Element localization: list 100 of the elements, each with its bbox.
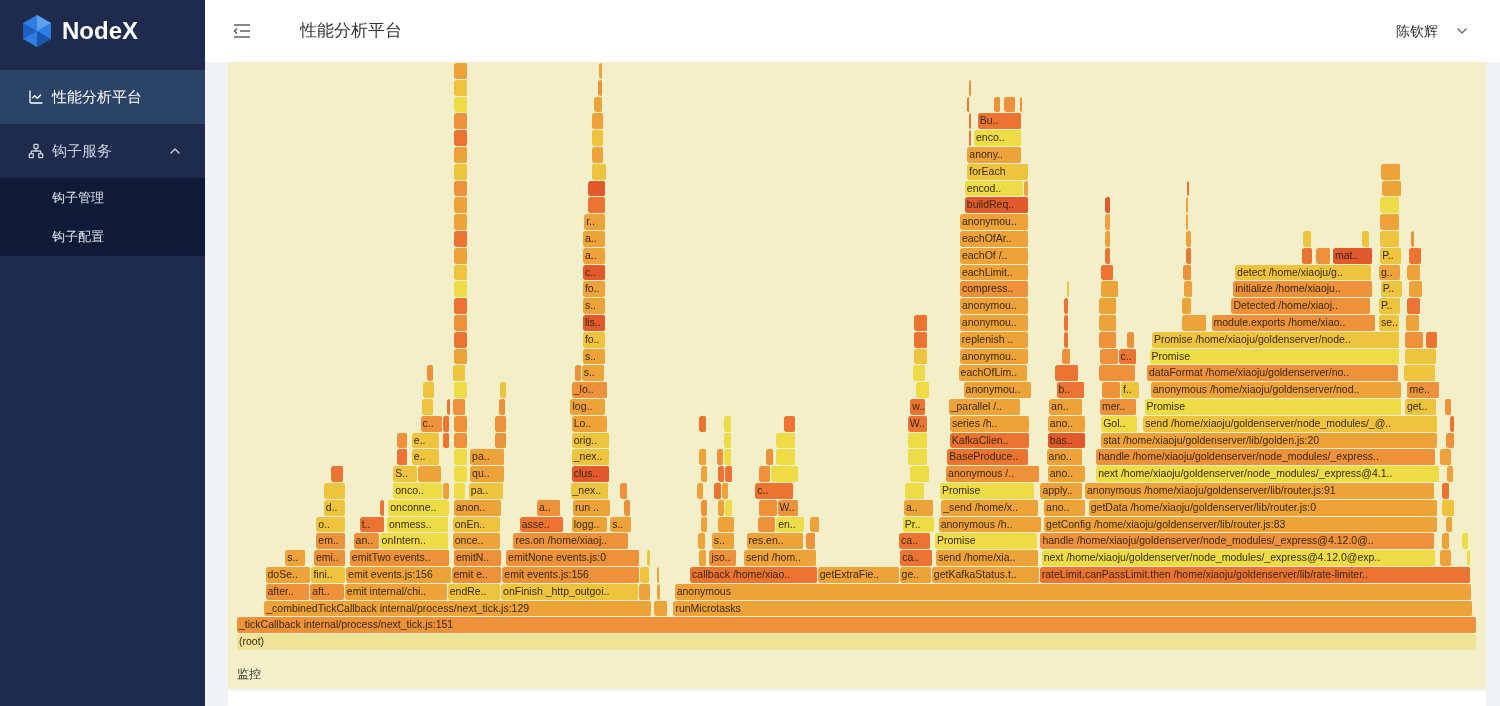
flame-frame[interactable] [698, 533, 706, 550]
flame-frame[interactable] [594, 96, 603, 113]
flame-frame[interactable]: _nex.. [571, 449, 611, 466]
flame-frame[interactable]: enco.. [974, 130, 1023, 146]
flame-frame[interactable]: once.. [452, 533, 502, 550]
flame-frame[interactable] [699, 449, 707, 466]
flame-frame[interactable] [454, 415, 468, 432]
flame-frame[interactable]: ano.. [1047, 415, 1087, 432]
flame-frame[interactable] [454, 264, 468, 281]
flame-frame[interactable]: c.. [420, 415, 443, 432]
flame-frame[interactable]: series /h.. [949, 415, 1031, 432]
flame-frame[interactable]: anonymous /home/xiaoju/goldenserver/nod.. [1150, 382, 1403, 398]
flame-frame[interactable] [454, 79, 468, 96]
flame-frame[interactable] [1181, 314, 1207, 331]
flame-frame[interactable]: s.. [582, 348, 607, 365]
flame-frame[interactable]: c.. [755, 482, 794, 499]
flame-frame[interactable] [620, 482, 628, 499]
flame-frame[interactable]: f.. [1121, 382, 1140, 398]
flame-frame[interactable]: anonymous /.. [946, 466, 1041, 482]
flame-frame[interactable] [331, 466, 344, 482]
flame-frame[interactable]: eachOfAr.. [959, 230, 1030, 247]
flame-frame[interactable] [1315, 247, 1331, 264]
flame-frame[interactable] [718, 516, 736, 533]
flame-frame[interactable]: P.. [1380, 281, 1403, 298]
sidebar-item[interactable]: 钩子服务 [0, 124, 205, 178]
flame-frame[interactable] [1098, 365, 1136, 382]
flame-frame[interactable] [1183, 281, 1194, 298]
flame-frame[interactable] [914, 314, 928, 331]
flame-frame[interactable]: res.en.. [746, 533, 804, 550]
flame-frame[interactable]: onEn.. [452, 516, 502, 533]
flame-frame[interactable] [1104, 197, 1112, 214]
flame-frame[interactable]: emi.. [313, 550, 347, 566]
flame-frame[interactable]: fini.. [311, 566, 347, 583]
flame-frame[interactable]: qu.. [470, 466, 505, 482]
flame-frame[interactable] [968, 130, 972, 146]
flame-frame[interactable] [914, 331, 928, 348]
flame-frame[interactable]: next /home/xiaoju/goldenserver/node_modules/_express@4.12.0@exp.. [1041, 550, 1436, 566]
flame-frame[interactable]: doSe.. [265, 566, 312, 583]
flame-frame[interactable] [809, 516, 820, 533]
flame-frame[interactable] [587, 180, 607, 197]
flame-frame[interactable]: s.. [582, 298, 607, 314]
flame-frame[interactable]: eachLimit.. [959, 264, 1030, 281]
flame-frame[interactable] [494, 432, 508, 449]
flame-frame[interactable] [1101, 264, 1114, 281]
flame-frame[interactable] [1445, 432, 1455, 449]
flame-frame[interactable]: initialize /home/xiaoju.. [1233, 281, 1374, 298]
flame-frame[interactable] [1380, 214, 1400, 230]
flame-frame[interactable] [1181, 298, 1192, 314]
flame-frame[interactable] [591, 113, 604, 130]
flame-frame[interactable] [639, 566, 650, 583]
flame-frame[interactable] [638, 583, 652, 600]
flame-frame[interactable] [1442, 533, 1450, 550]
flame-frame[interactable]: replenish .. [959, 331, 1030, 348]
flame-frame[interactable] [1361, 230, 1371, 247]
flame-frame[interactable] [714, 482, 722, 499]
flame-frame[interactable]: anonymous /home/xiaoju/goldenserver/lib/router.js:91 [1085, 482, 1435, 499]
flame-frame[interactable] [1406, 314, 1420, 331]
flame-frame[interactable] [758, 499, 778, 516]
flame-frame[interactable] [718, 466, 726, 482]
flame-frame[interactable]: anon.. [453, 499, 503, 516]
flame-frame[interactable] [1061, 348, 1072, 365]
flame-frame[interactable] [699, 415, 707, 432]
flame-frame[interactable] [1444, 398, 1452, 415]
flame-frame[interactable] [396, 432, 409, 449]
flame-frame[interactable]: send /hom.. [744, 550, 818, 566]
flame-frame[interactable]: Promise [1144, 398, 1403, 415]
flame-frame[interactable]: anonymou.. [963, 382, 1032, 398]
flame-frame[interactable]: _combinedTickCallback internal/process/next_tick.js:129 [264, 600, 653, 617]
flame-frame[interactable]: get.. [1404, 398, 1438, 415]
flame-frame[interactable]: emitTwo events.. [349, 550, 451, 566]
flame-frame[interactable]: Lo.. [571, 415, 608, 432]
flame-frame[interactable]: getKafkaStatus.t.. [931, 566, 1040, 583]
flame-frame[interactable] [914, 348, 928, 365]
flame-frame[interactable] [499, 382, 508, 398]
flame-frame[interactable] [1380, 230, 1400, 247]
flame-frame[interactable] [446, 398, 452, 415]
flame-frame[interactable]: asse.. [519, 516, 565, 533]
flame-frame[interactable] [700, 466, 709, 482]
flame-frame[interactable]: onconne.. [388, 499, 451, 516]
flame-frame[interactable] [442, 482, 451, 499]
flame-frame[interactable] [442, 432, 451, 449]
flame-frame[interactable]: anonymou.. [959, 214, 1030, 230]
flame-frame[interactable]: forEach [967, 163, 1030, 180]
flame-frame[interactable]: anonymou.. [959, 348, 1030, 365]
flame-frame[interactable] [1099, 348, 1119, 365]
flame-frame[interactable]: se.. [1378, 314, 1400, 331]
flame-frame[interactable] [421, 398, 435, 415]
flame-frame[interactable] [1302, 247, 1314, 264]
flame-frame[interactable]: emit events.js:156 [346, 566, 452, 583]
flame-frame[interactable] [587, 197, 607, 214]
flame-frame[interactable] [1411, 230, 1415, 247]
flame-frame[interactable]: d.. [323, 499, 347, 516]
flame-frame[interactable] [1404, 348, 1438, 365]
flame-frame[interactable]: bas.. [1047, 432, 1087, 449]
flame-frame[interactable]: Gol.. [1101, 415, 1139, 432]
flame-frame[interactable]: res.on /home/xiaoj.. [513, 533, 629, 550]
flame-frame[interactable]: Detected /home/xiaoj.. [1231, 298, 1372, 314]
flame-frame[interactable] [1408, 247, 1423, 264]
flame-frame[interactable] [452, 398, 467, 415]
flame-frame[interactable]: ge.. [899, 566, 932, 583]
